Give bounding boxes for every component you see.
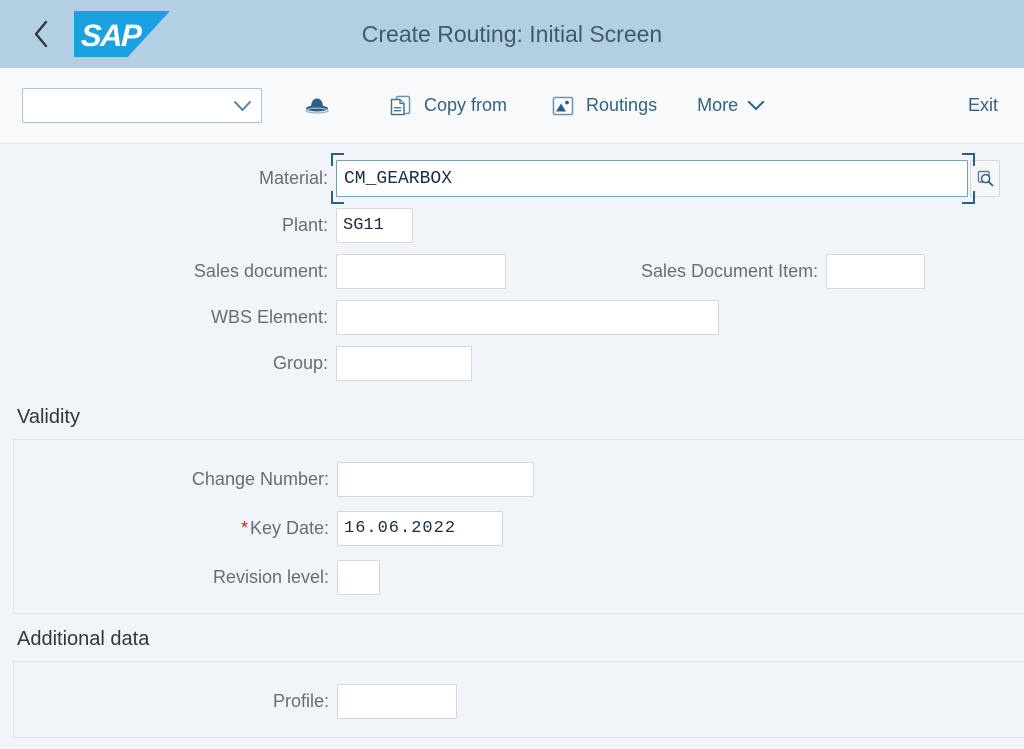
more-button[interactable]: More	[697, 85, 765, 127]
sales-document-item-input[interactable]	[826, 254, 925, 289]
form-content: Material: CM_GEARBOX Plant: SG11 Sale	[0, 144, 1024, 738]
key-date-input[interactable]: 16.06.2022	[337, 511, 503, 546]
revision-level-input[interactable]	[337, 560, 380, 595]
additional-data-section-title: Additional data	[0, 614, 1024, 661]
revision-level-label: Revision level:	[14, 567, 337, 588]
transaction-select[interactable]	[22, 88, 262, 123]
more-label: More	[697, 95, 738, 116]
toolbar: Copy from Routings More Exit	[0, 68, 1024, 144]
routings-label: Routings	[586, 95, 657, 116]
key-date-row: *Key Date: 16.06.2022	[14, 511, 1024, 546]
plant-label: Plant:	[0, 215, 336, 236]
sales-document-label: Sales document:	[0, 261, 336, 282]
material-field-wrap: CM_GEARBOX	[336, 160, 1000, 197]
required-marker: *	[241, 518, 248, 538]
value-help-search-icon	[976, 169, 995, 188]
chevron-down-icon	[233, 100, 252, 112]
sales-document-row: Sales document: Sales Document Item:	[0, 254, 1024, 289]
revision-level-row: Revision level:	[14, 560, 1024, 595]
chevron-left-icon	[32, 19, 50, 49]
material-row: Material: CM_GEARBOX	[0, 160, 1024, 197]
sap-logo: SAP	[74, 11, 170, 57]
shell-header: SAP Create Routing: Initial Screen	[0, 0, 1024, 68]
wbs-element-row: WBS Element:	[0, 300, 1024, 335]
back-button[interactable]	[18, 11, 64, 57]
profile-label: Profile:	[14, 691, 337, 712]
exit-button[interactable]: Exit	[968, 95, 998, 116]
group-label: Group:	[0, 353, 336, 374]
validity-section-title: Validity	[0, 392, 1024, 439]
sales-document-item-label: Sales Document Item:	[641, 261, 826, 282]
additional-data-panel: Profile:	[13, 661, 1024, 738]
material-input[interactable]: CM_GEARBOX	[336, 160, 968, 197]
wbs-element-input[interactable]	[336, 300, 719, 335]
sap-logo-text: SAP	[80, 18, 141, 54]
plant-input[interactable]: SG11	[336, 208, 413, 243]
profile-input[interactable]	[337, 684, 457, 719]
change-number-label: Change Number:	[14, 469, 337, 490]
wbs-element-label: WBS Element:	[0, 307, 336, 328]
profile-row: Profile:	[14, 684, 1024, 719]
chevron-down-icon	[747, 100, 765, 111]
sales-document-input[interactable]	[336, 254, 506, 289]
picture-icon	[551, 94, 575, 118]
plant-row: Plant: SG11	[0, 208, 1024, 243]
material-value-help-button[interactable]	[970, 160, 1000, 197]
copy-from-button[interactable]: Copy from	[389, 85, 507, 127]
group-input[interactable]	[336, 346, 472, 381]
key-date-label: *Key Date:	[14, 518, 337, 539]
routings-button[interactable]: Routings	[551, 85, 657, 127]
material-label: Material:	[0, 168, 336, 189]
change-number-row: Change Number:	[14, 462, 1024, 497]
copy-from-label: Copy from	[424, 95, 507, 116]
change-number-input[interactable]	[337, 462, 534, 497]
validity-panel: Change Number: *Key Date: 16.06.2022 Rev…	[13, 439, 1024, 614]
hat-button[interactable]	[304, 85, 341, 127]
copy-icon	[389, 93, 413, 119]
group-row: Group:	[0, 346, 1024, 381]
hat-icon	[304, 95, 330, 117]
key-date-label-text: Key Date:	[250, 518, 329, 538]
